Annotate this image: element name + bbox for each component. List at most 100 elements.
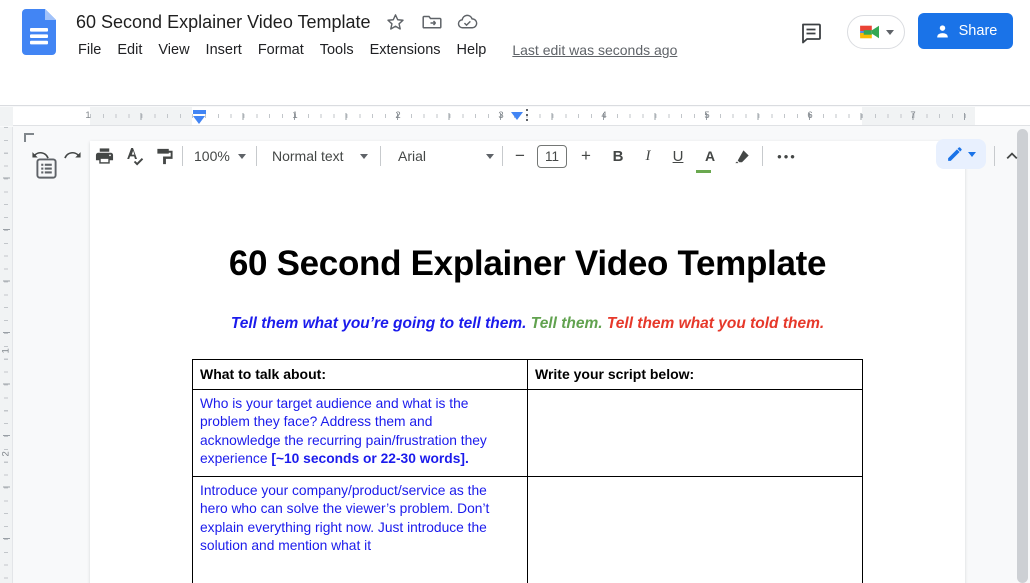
redo-icon [63,147,82,166]
menu-tools[interactable]: Tools [312,40,362,60]
vertical-ruler[interactable]: 1 2 [0,127,13,583]
margin-corner-marker [24,133,34,142]
ruler-number: 2 [393,110,403,121]
tagline-red-segment: Tell them what you told them. [607,315,824,332]
increase-font-size-button[interactable]: + [574,144,598,168]
horizontal-ruler[interactable]: 1 1 2 3 4 5 6 7 [0,107,1030,126]
paint-format-icon [155,147,174,166]
toolbar-divider [762,146,763,166]
meet-camera-icon [859,23,881,41]
spellcheck-button[interactable] [122,144,146,168]
script-cell-1[interactable] [528,390,863,477]
menu-view[interactable]: View [150,40,197,60]
toolbar-divider [502,146,503,166]
last-edit-link[interactable]: Last edit was seconds ago [512,42,677,58]
redo-button[interactable] [60,144,84,168]
font-family-select[interactable]: Arial [398,144,426,168]
document-tagline[interactable]: Tell them what you’re going to tell them… [90,315,965,333]
document-heading[interactable]: 60 Second Explainer Video Template [90,244,965,284]
pencil-icon [946,146,963,163]
zoom-caret[interactable] [230,144,254,168]
ruler-number: 1 [290,110,300,121]
star-icon[interactable] [385,11,407,33]
left-indent-marker[interactable] [193,116,205,124]
ruler-corner [0,107,13,126]
more-options-button[interactable]: ••• [772,144,802,168]
menu-bar: File Edit View Insert Format Tools Exten… [70,38,677,62]
text-color-swatch [696,170,711,174]
share-button[interactable]: Share [918,13,1013,49]
right-indent-marker[interactable] [511,112,523,120]
first-line-indent-marker[interactable] [193,110,206,114]
menu-extensions[interactable]: Extensions [362,40,449,60]
print-button[interactable] [92,144,116,168]
font-size-input[interactable]: 11 [537,145,567,168]
document-page[interactable]: 60 Second Explainer Video Template Tell … [90,141,965,583]
move-folder-icon[interactable] [421,11,443,33]
chevron-up-icon [1004,148,1020,164]
table-header-right[interactable]: Write your script below: [528,360,863,390]
menu-help[interactable]: Help [449,40,495,60]
highlight-icon [733,147,752,166]
toolbar-divider [380,146,381,166]
table-column-handle[interactable] [526,109,528,124]
cloud-check-icon[interactable] [457,11,479,33]
table-header-row: What to talk about: Write your script be… [193,360,863,390]
menu-format[interactable]: Format [250,40,312,60]
undo-icon [31,147,50,166]
underline-button[interactable]: U [666,144,690,168]
vertical-scrollbar[interactable] [1017,129,1028,583]
ruler-number: 5 [702,110,712,121]
table-row: Introduce your company/product/service a… [193,476,863,583]
share-person-icon [934,23,951,40]
undo-button[interactable] [28,144,52,168]
paragraph-style-value: Normal text [272,148,344,164]
paragraph-style-select[interactable]: Normal text [272,144,344,168]
hide-menus-button[interactable] [1000,144,1024,168]
talk-about-cell-2[interactable]: Introduce your company/product/service a… [193,476,528,583]
formatting-toolbar: 100% Normal text Arial − 11 + B I U A ••… [0,66,1030,106]
ruler-number: 7 [908,110,918,121]
decrease-font-size-button[interactable]: − [508,144,532,168]
chevron-down-icon [968,152,976,157]
share-button-label: Share [959,23,998,39]
font-caret[interactable] [478,144,502,168]
cell-text: Introduce your company/product/service a… [200,483,489,553]
bold-button[interactable]: B [606,144,630,168]
document-title[interactable]: 60 Second Explainer Video Template [76,12,371,33]
ruler-number: 4 [599,110,609,121]
ruler-left-margin [90,107,192,125]
zoom-select[interactable]: 100% [194,144,230,168]
toolbar-divider [256,146,257,166]
script-table[interactable]: What to talk about: Write your script be… [192,359,863,583]
italic-button[interactable]: I [636,144,660,168]
tagline-blue-segment: Tell them what you’re going to tell them… [231,315,531,332]
menu-insert[interactable]: Insert [198,40,250,60]
toolbar-divider [994,146,995,166]
comment-icon [799,21,823,45]
vertical-ruler-number: 2 [1,447,12,457]
table-header-left[interactable]: What to talk about: [193,360,528,390]
zoom-value: 100% [194,148,230,164]
vertical-ruler-number: 1 [1,344,12,354]
ruler-number: 3 [496,110,506,121]
talk-about-cell-1[interactable]: Who is your target audience and what is … [193,390,528,477]
editing-mode-button[interactable] [936,139,986,169]
menu-edit[interactable]: Edit [109,40,150,60]
cell-text-bold: [~10 seconds or 22-30 words]. [271,451,468,466]
script-cell-2[interactable] [528,476,863,583]
highlight-color-button[interactable] [730,144,754,168]
app-header: 60 Second Explainer Video Template File … [0,0,1030,66]
google-docs-logo[interactable] [22,9,56,55]
open-comments-button[interactable] [797,19,825,47]
chevron-down-icon [886,30,894,35]
font-family-value: Arial [398,148,426,164]
text-color-button[interactable]: A [698,144,722,168]
join-meet-button[interactable] [847,15,905,49]
ruler-number: 6 [805,110,815,121]
toolbar-divider [182,146,183,166]
menu-file[interactable]: File [70,40,109,60]
paint-format-button[interactable] [152,144,176,168]
spellcheck-icon [124,146,144,166]
style-caret[interactable] [352,144,376,168]
